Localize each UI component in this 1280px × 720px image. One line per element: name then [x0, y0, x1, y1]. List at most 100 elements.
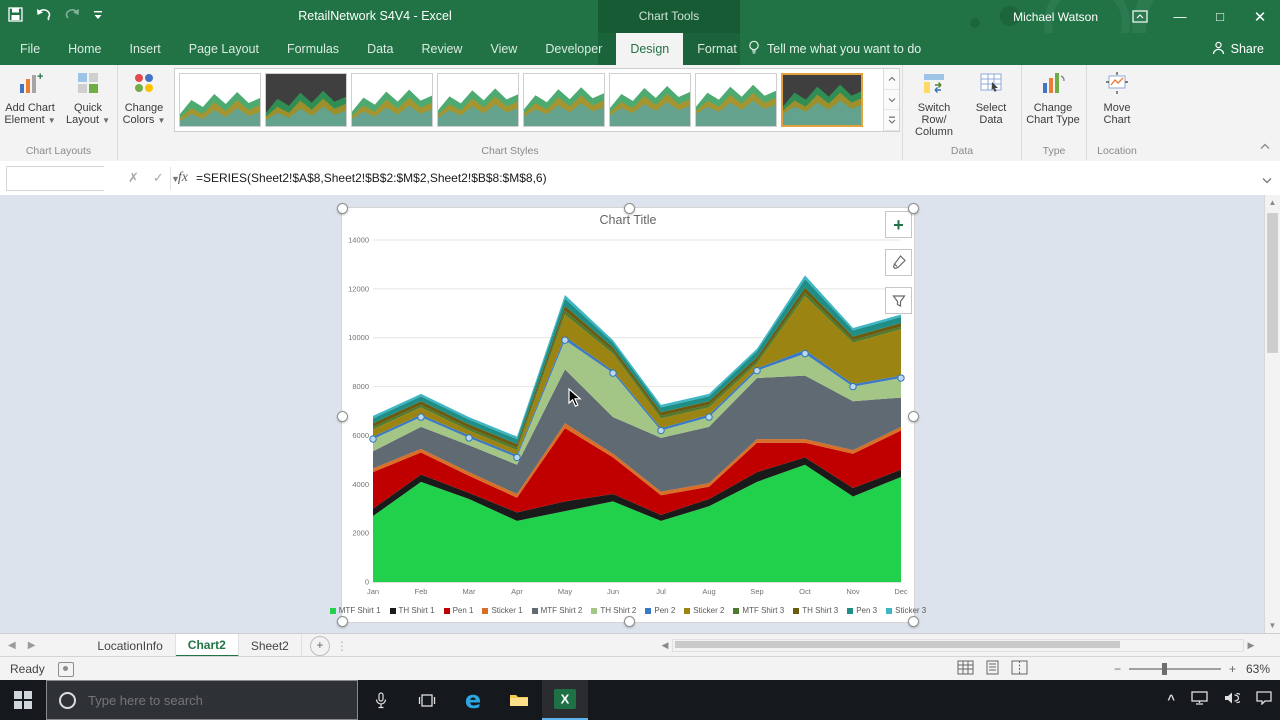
data-point-marker: [802, 350, 808, 356]
name-box[interactable]: ▼: [6, 166, 104, 191]
selection-handle[interactable]: [624, 616, 635, 627]
hscroll-right-icon[interactable]: ▶: [1244, 640, 1258, 651]
chart-style-thumbnail-7[interactable]: [695, 73, 777, 127]
tray-chevron-up-icon[interactable]: ^: [1167, 692, 1175, 707]
hscroll-left-icon[interactable]: ◀: [658, 640, 672, 651]
gallery-scroll-up-icon[interactable]: [884, 69, 899, 90]
move-chart-button[interactable]: Move Chart: [1089, 67, 1145, 143]
hscrollbar-thumb[interactable]: [675, 641, 1120, 648]
add-chart-element-button[interactable]: + Add Chart Element ▼: [2, 67, 58, 143]
chart-elements-button[interactable]: +: [885, 211, 912, 238]
formula-bar-expand-icon[interactable]: [1262, 171, 1272, 189]
chart-style-thumbnail-4[interactable]: [437, 73, 519, 127]
chart-object[interactable]: Chart Title 0200040006000800010000120001…: [341, 207, 915, 623]
taskbar-search[interactable]: [46, 680, 358, 720]
switch-row-column-button[interactable]: Switch Row/ Column: [905, 67, 963, 143]
maximize-button[interactable]: □: [1200, 0, 1240, 33]
action-center-icon[interactable]: [1256, 691, 1272, 710]
vertical-scrollbar[interactable]: ▲ ▼: [1264, 195, 1280, 633]
zoom-slider[interactable]: [1129, 668, 1221, 670]
scroll-down-icon[interactable]: ▼: [1265, 618, 1280, 633]
microphone-button[interactable]: [358, 680, 404, 720]
gallery-more-icon[interactable]: [884, 110, 899, 131]
start-button[interactable]: [0, 680, 46, 720]
tab-home[interactable]: Home: [54, 33, 115, 65]
sheet-tab-chart2[interactable]: Chart2: [176, 634, 239, 657]
add-sheet-button[interactable]: +: [310, 636, 330, 656]
selection-handle[interactable]: [908, 616, 919, 627]
page-break-view-icon[interactable]: [1011, 660, 1028, 678]
sheet-tab-locationinfo[interactable]: LocationInfo: [85, 634, 175, 657]
chart-plot-area[interactable]: 02000400060008000100001200014000JanFebMa…: [342, 232, 916, 604]
change-chart-type-button[interactable]: Change Chart Type: [1025, 67, 1081, 143]
chart-title[interactable]: Chart Title: [342, 213, 914, 227]
chart-style-thumbnail-8[interactable]: [781, 73, 863, 127]
normal-view-icon[interactable]: [957, 660, 974, 678]
chart-style-thumbnail-1[interactable]: [179, 73, 261, 127]
network-icon[interactable]: [1191, 691, 1208, 710]
sheet-nav-next-icon[interactable]: ▶: [28, 640, 36, 651]
horizontal-scrollbar[interactable]: ◀ ▶: [658, 638, 1258, 653]
share-button[interactable]: Share: [1212, 33, 1264, 65]
volume-icon[interactable]: [1224, 691, 1240, 710]
selection-handle[interactable]: [624, 203, 635, 214]
enter-formula-icon[interactable]: ✓: [153, 170, 164, 186]
collapse-ribbon-icon[interactable]: [1260, 137, 1270, 155]
cancel-formula-icon[interactable]: ✗: [128, 170, 139, 186]
insert-function-icon[interactable]: fx: [178, 170, 188, 186]
worksheet-area[interactable]: Chart Title 0200040006000800010000120001…: [0, 195, 1280, 633]
undo-button[interactable]: [35, 7, 52, 27]
tab-insert[interactable]: Insert: [116, 33, 175, 65]
selection-handle[interactable]: [337, 411, 348, 422]
zoom-in-icon[interactable]: +: [1229, 662, 1236, 676]
chart-legend[interactable]: MTF Shirt 1TH Shirt 1Pen 1Sticker 1MTF S…: [342, 606, 914, 615]
scrollbar-thumb[interactable]: [1267, 213, 1278, 353]
scroll-up-icon[interactable]: ▲: [1265, 195, 1280, 210]
tab-data[interactable]: Data: [353, 33, 407, 65]
tab-developer[interactable]: Developer: [531, 33, 616, 65]
redo-button[interactable]: [64, 7, 81, 27]
excel-taskbar-button[interactable]: X: [542, 680, 588, 720]
zoom-slider-thumb[interactable]: [1162, 663, 1167, 675]
signed-in-user[interactable]: Michael Watson: [1013, 10, 1098, 24]
ribbon-display-options-icon[interactable]: [1120, 0, 1160, 33]
quick-layout-button[interactable]: Quick Layout ▼: [60, 67, 116, 143]
selection-handle[interactable]: [337, 616, 348, 627]
file-explorer-button[interactable]: [496, 680, 542, 720]
tab-page-layout[interactable]: Page Layout: [175, 33, 273, 65]
tab-view[interactable]: View: [476, 33, 531, 65]
tab-design[interactable]: Design: [616, 33, 683, 65]
tab-scroll-splitter[interactable]: ⋮: [336, 634, 348, 657]
change-colors-button[interactable]: Change Colors ▼: [118, 67, 170, 143]
chart-styles-button[interactable]: [885, 249, 912, 276]
save-icon[interactable]: [8, 7, 23, 27]
page-layout-view-icon[interactable]: [984, 660, 1001, 678]
chart-style-thumbnail-6[interactable]: [609, 73, 691, 127]
tab-file[interactable]: File: [6, 33, 54, 65]
minimize-button[interactable]: —: [1160, 0, 1200, 33]
close-button[interactable]: ✕: [1240, 0, 1280, 33]
chart-style-thumbnail-3[interactable]: [351, 73, 433, 127]
chart-style-thumbnail-2[interactable]: [265, 73, 347, 127]
tab-formulas[interactable]: Formulas: [273, 33, 353, 65]
selection-handle[interactable]: [908, 411, 919, 422]
macro-record-icon[interactable]: [58, 662, 74, 677]
zoom-percentage[interactable]: 63%: [1246, 657, 1270, 681]
selection-handle[interactable]: [337, 203, 348, 214]
tab-format[interactable]: Format: [683, 33, 751, 65]
tab-review[interactable]: Review: [407, 33, 476, 65]
task-view-button[interactable]: [404, 680, 450, 720]
chart-filters-button[interactable]: [885, 287, 912, 314]
sheet-nav-prev-icon[interactable]: ◀: [8, 640, 16, 651]
tell-me-box[interactable]: Tell me what you want to do: [748, 33, 921, 65]
search-input[interactable]: [86, 692, 357, 709]
gallery-scroll-down-icon[interactable]: [884, 90, 899, 111]
customize-qat-dropdown-icon[interactable]: [93, 8, 103, 26]
zoom-out-icon[interactable]: −: [1114, 662, 1121, 676]
edge-button[interactable]: e: [450, 680, 496, 720]
formula-input[interactable]: =SERIES(Sheet2!$A$8,Sheet2!$B$2:$M$2,She…: [196, 161, 1252, 195]
selection-handle[interactable]: [908, 203, 919, 214]
sheet-tab-sheet2[interactable]: Sheet2: [239, 634, 302, 657]
select-data-button[interactable]: Select Data: [965, 67, 1017, 143]
chart-style-thumbnail-5[interactable]: [523, 73, 605, 127]
